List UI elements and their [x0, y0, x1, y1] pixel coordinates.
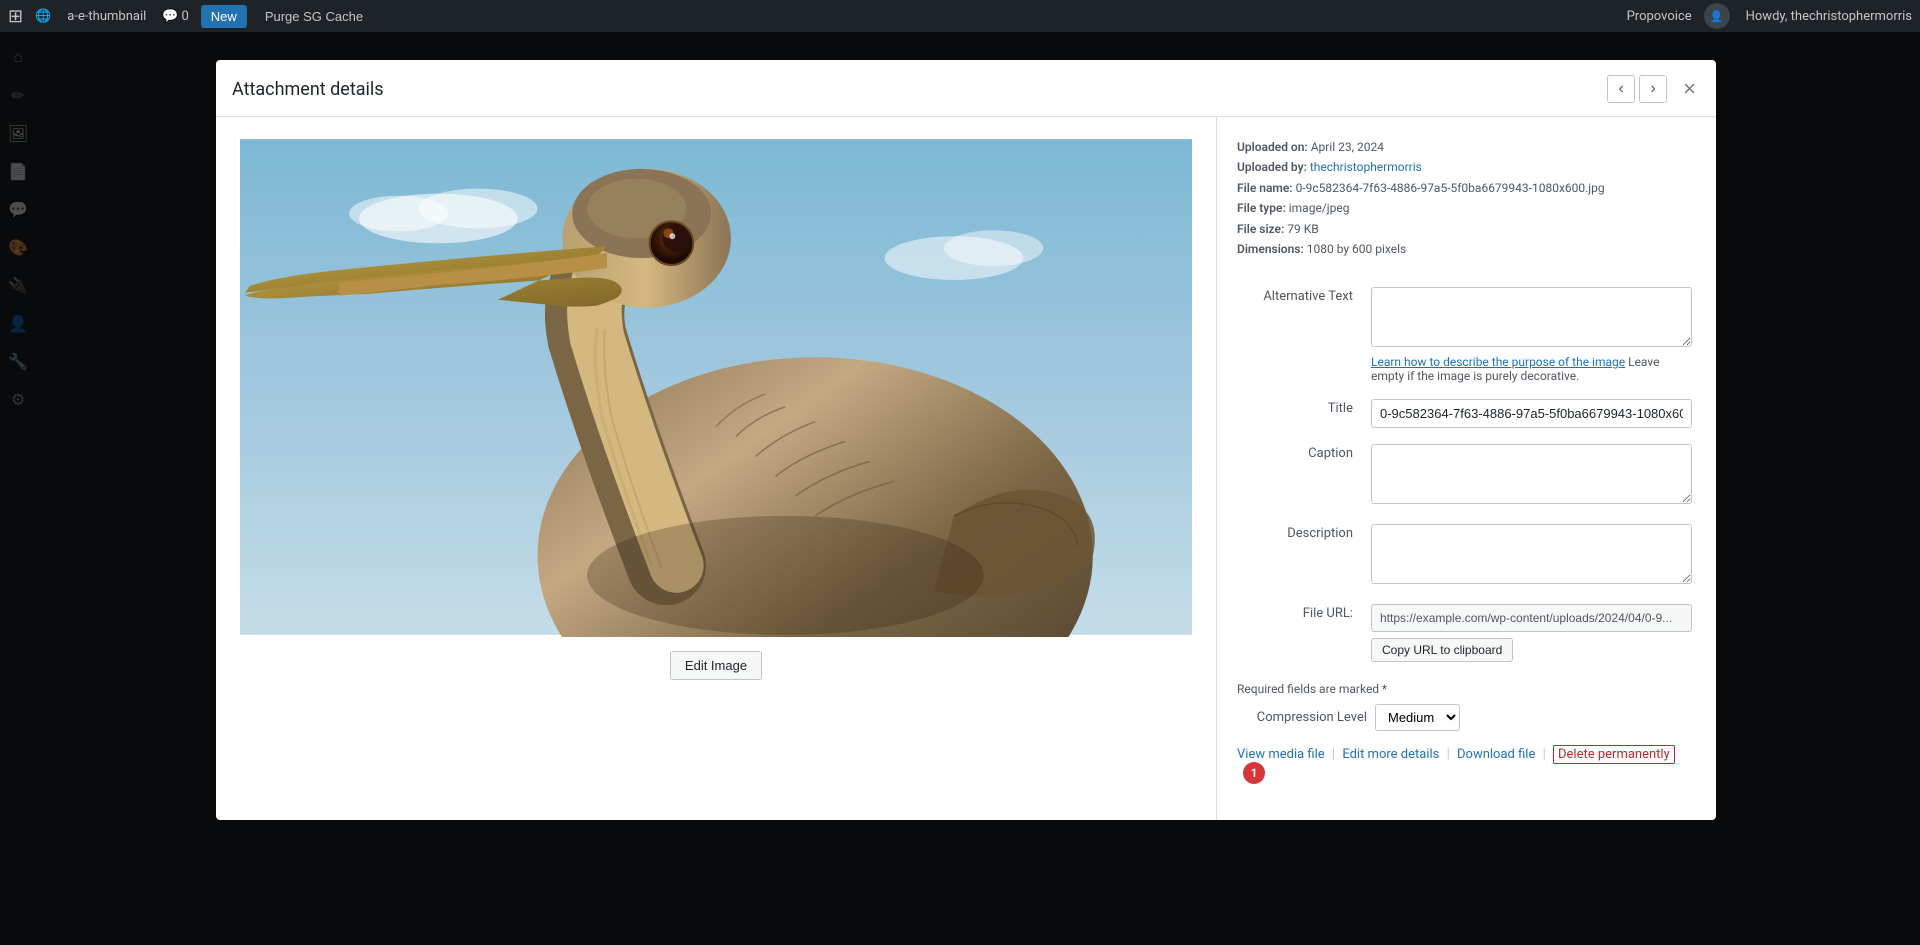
comment-icon: 💬 — [162, 9, 178, 24]
file-size-row: File size: 79 KB — [1237, 219, 1696, 239]
new-button[interactable]: New — [201, 5, 247, 28]
uploaded-by-link[interactable]: thechristophermorris — [1310, 160, 1422, 174]
user-avatar: 👤 — [1704, 3, 1730, 29]
file-url-input-cell: Copy URL to clipboard — [1367, 596, 1696, 670]
brand-label: Propovoice — [1627, 9, 1692, 24]
file-info: Uploaded on: April 23, 2024 Uploaded by:… — [1237, 137, 1696, 259]
title-row: Title — [1237, 391, 1696, 436]
close-modal-button[interactable]: × — [1679, 74, 1700, 104]
attachment-details-modal: Attachment details ‹ › × — [216, 60, 1716, 820]
details-panel: Uploaded on: April 23, 2024 Uploaded by:… — [1216, 117, 1716, 820]
wp-logo-icon: ⊞ — [8, 6, 23, 27]
file-url-row: File URL: Copy URL to clipboard — [1237, 596, 1696, 670]
file-type-value: image/jpeg — [1289, 201, 1350, 215]
file-name-value: 0-9c582364-7f63-4886-97a5-5f0ba6679943-1… — [1296, 181, 1605, 195]
modal-overlay: Attachment details ‹ › × — [0, 32, 1920, 945]
uploaded-by-row: Uploaded by: thechristophermorris — [1237, 157, 1696, 177]
uploaded-on-row: Uploaded on: April 23, 2024 — [1237, 137, 1696, 157]
attachment-form: Alternative Text Learn how to describe t… — [1237, 279, 1696, 670]
compression-select[interactable]: Low Medium High — [1375, 704, 1460, 731]
dimensions-value: 1080 by 600 pixels — [1307, 242, 1406, 256]
file-size-value: 79 KB — [1287, 222, 1318, 236]
compression-row: Compression Level Low Medium High — [1237, 704, 1696, 731]
file-type-label: File type: — [1237, 201, 1286, 215]
comments-count-badge[interactable]: 💬 0 — [162, 9, 189, 24]
copy-url-button[interactable]: Copy URL to clipboard — [1371, 638, 1513, 662]
modal-body: Edit Image Uploaded on: April 23, 2024 U… — [216, 117, 1716, 820]
alt-text-row: Alternative Text Learn how to describe t… — [1237, 279, 1696, 391]
purge-button[interactable]: Purge SG Cache — [259, 9, 369, 24]
title-input[interactable] — [1371, 399, 1692, 428]
site-icon: 🌐 — [35, 9, 51, 24]
file-url-input[interactable] — [1371, 604, 1692, 632]
description-label: Description — [1237, 516, 1367, 596]
delete-permanently-link[interactable]: Delete permanently — [1553, 745, 1675, 764]
description-row: Description — [1237, 516, 1696, 596]
alt-text-help-link[interactable]: Learn how to describe the purpose of the… — [1371, 355, 1625, 369]
alt-text-label: Alternative Text — [1237, 279, 1367, 391]
admin-bar-right: Propovoice 👤 Howdy, thechristophermorris — [1627, 3, 1912, 29]
uploaded-on-value: April 23, 2024 — [1311, 140, 1384, 154]
dimensions-label: Dimensions: — [1237, 242, 1304, 256]
modal-header: Attachment details ‹ › × — [216, 60, 1716, 117]
alt-text-help: Learn how to describe the purpose of the… — [1371, 355, 1692, 383]
uploaded-by-label: Uploaded by: — [1237, 160, 1307, 174]
separator-2: | — [1447, 747, 1453, 762]
file-url-label: File URL: — [1237, 596, 1367, 670]
footer-links: View media file | Edit more details | Do… — [1237, 747, 1696, 784]
file-type-row: File type: image/jpeg — [1237, 198, 1696, 218]
prev-attachment-button[interactable]: ‹ — [1607, 75, 1635, 103]
caption-row: Caption — [1237, 436, 1696, 516]
edit-more-details-link[interactable]: Edit more details — [1342, 747, 1439, 762]
caption-input[interactable] — [1371, 444, 1692, 504]
download-file-link[interactable]: Download file — [1457, 747, 1535, 762]
title-input-cell — [1367, 391, 1696, 436]
dimensions-row: Dimensions: 1080 by 600 pixels — [1237, 239, 1696, 259]
annotation-badge-1: 1 — [1243, 762, 1265, 784]
view-media-file-link[interactable]: View media file — [1237, 747, 1325, 762]
attachment-image — [240, 137, 1192, 637]
caption-label: Caption — [1237, 436, 1367, 516]
comments-count: 0 — [181, 9, 188, 24]
next-attachment-button[interactable]: › — [1639, 75, 1667, 103]
howdy-text: Howdy, thechristophermorris — [1746, 9, 1912, 24]
file-name-label: File name: — [1237, 181, 1293, 195]
alt-text-input[interactable] — [1371, 287, 1692, 347]
title-label: Title — [1237, 391, 1367, 436]
site-name[interactable]: a-e-thumbnail — [63, 9, 150, 24]
description-input-cell — [1367, 516, 1696, 596]
edit-image-button[interactable]: Edit Image — [670, 651, 762, 680]
image-container — [240, 137, 1192, 637]
file-size-label: File size: — [1237, 222, 1284, 236]
file-name-row: File name: 0-9c582364-7f63-4886-97a5-5f0… — [1237, 178, 1696, 198]
alt-text-input-cell: Learn how to describe the purpose of the… — [1367, 279, 1696, 391]
modal-title: Attachment details — [232, 79, 384, 100]
compression-label: Compression Level — [1237, 710, 1367, 725]
separator-3: | — [1543, 747, 1549, 762]
image-panel: Edit Image — [216, 117, 1216, 820]
uploaded-on-label: Uploaded on: — [1237, 140, 1308, 154]
modal-navigation: ‹ › × — [1607, 74, 1700, 104]
separator-1: | — [1332, 747, 1338, 762]
required-note: Required fields are marked * — [1237, 682, 1696, 696]
caption-input-cell — [1367, 436, 1696, 516]
description-input[interactable] — [1371, 524, 1692, 584]
admin-bar: ⊞ 🌐 a-e-thumbnail 💬 0 New Purge SG Cache… — [0, 0, 1920, 32]
